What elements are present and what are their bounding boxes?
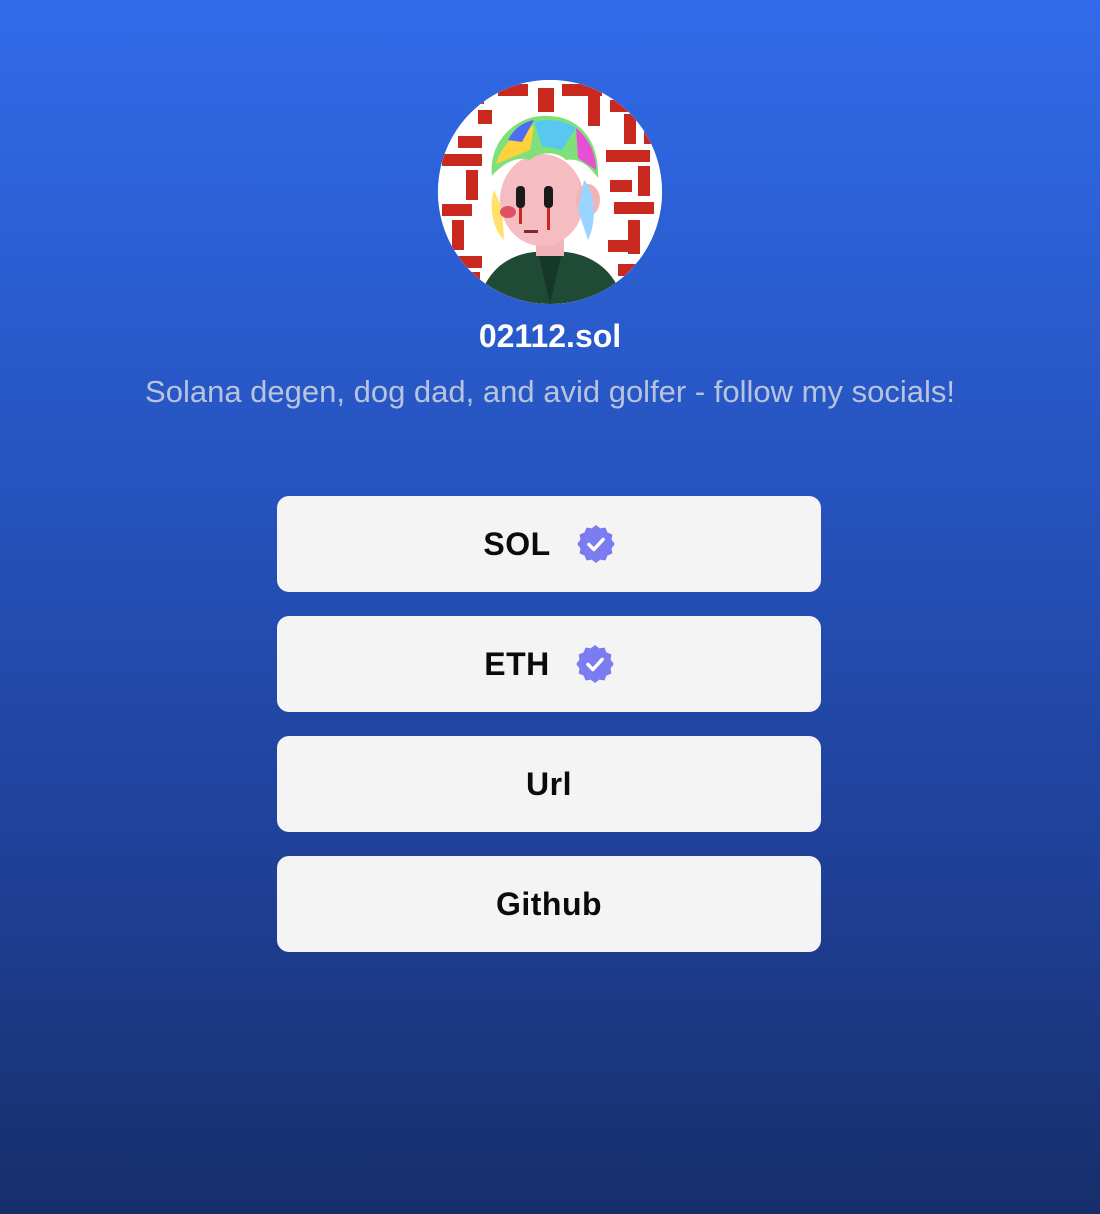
- link-button-eth[interactable]: ETH: [277, 616, 821, 712]
- link-button-github[interactable]: Github: [277, 856, 821, 952]
- link-label: Url: [526, 765, 572, 802]
- link-button-sol[interactable]: SOL: [277, 496, 821, 592]
- link-label: Github: [495, 885, 603, 922]
- links-list: SOL ETH Url Github: [277, 496, 821, 976]
- verified-badge-icon: [576, 525, 615, 563]
- link-label: ETH: [484, 645, 550, 682]
- verified-badge-icon: [575, 645, 614, 683]
- username: 02112.sol: [478, 318, 622, 354]
- avatar[interactable]: [438, 80, 662, 304]
- link-label: SOL: [483, 525, 551, 562]
- profile-bio: Solana degen, dog dad, and avid golfer -…: [145, 374, 955, 409]
- nft-avatar-image: [438, 80, 662, 304]
- link-button-url[interactable]: Url: [277, 736, 821, 832]
